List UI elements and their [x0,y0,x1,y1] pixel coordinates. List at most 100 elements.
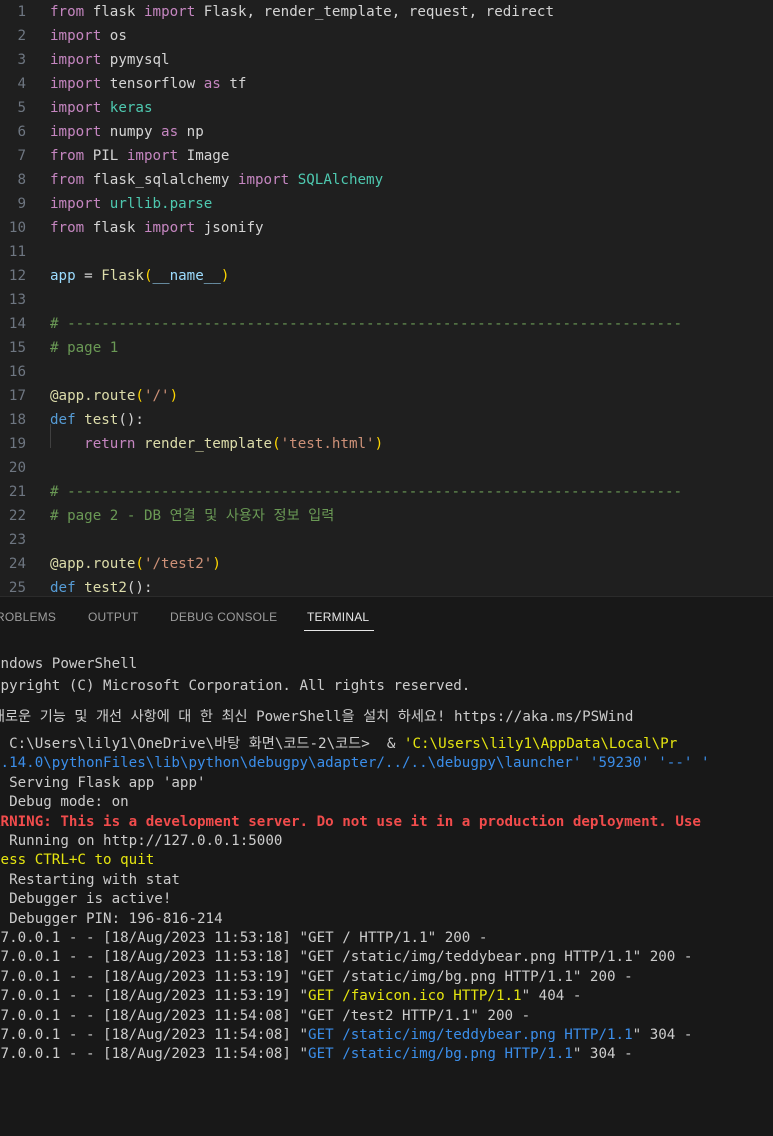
terminal-text: * Debug mode: on [0,794,129,811]
code-token: test [84,412,119,428]
code-text: from flask import jsonify [50,216,264,240]
code-token: import [50,100,102,116]
code-line[interactable]: 16 [0,360,773,384]
terminal-line: * Debugger is active! [0,890,773,909]
terminal-text: 27.0.0.1 - - [18/Aug/2023 11:54:08] " [0,1046,309,1063]
code-line[interactable]: 13 [0,288,773,312]
code-line[interactable]: 6 import numpy as np [0,120,773,144]
indent-guide [50,424,51,448]
code-token: ( [135,556,144,572]
code-line[interactable]: 4 import tensorflow as tf [0,72,773,96]
line-number: 24 [8,556,26,572]
line-number: 16 [8,364,26,380]
tab-terminal[interactable]: TERMINAL [307,610,369,624]
code-token: ) [212,556,221,572]
line-number: 7 [17,148,26,164]
tab-output[interactable]: OUTPUT [88,610,139,624]
code-token: from [50,148,85,164]
code-token: import [50,124,102,140]
line-number: 14 [8,316,26,332]
code-line[interactable]: 24 @app.route('/test2') [0,552,773,576]
code-token: import [50,76,102,92]
terminal-line: 27.0.0.1 - - [18/Aug/2023 11:53:18] "GET… [0,929,773,948]
code-line[interactable]: 14 # ------------------------------------… [0,312,773,336]
terminal-text: GET /static/img/teddybear.png HTTP/1.1 [308,1027,633,1043]
code-token: ) [220,268,230,284]
terminal-line: 27.0.0.1 - - [18/Aug/2023 11:54:08] "GET… [0,1007,773,1026]
code-text: # --------------------------------------… [50,312,682,336]
code-text: from PIL import Image [50,144,229,168]
code-line[interactable]: 12 app = Flask(__name__) [0,264,773,288]
code-line[interactable]: 1 from flask import Flask, render_templat… [0,0,773,24]
code-line[interactable]: 10 from flask import jsonify [0,216,773,240]
code-token: __name__ [152,268,221,284]
code-line[interactable]: 22 # page 2 - DB 연결 및 사용자 정보 입력 [0,504,773,528]
code-token: ) [169,388,179,404]
code-token: '/test2' [143,556,213,572]
code-line[interactable]: 19 return render_template('test.html') [0,432,773,456]
code-token: ( [135,388,144,404]
line-number: 8 [17,172,26,188]
line-number: 19 [8,436,26,452]
code-text: # page 2 - DB 연결 및 사용자 정보 입력 [50,504,334,528]
terminal-text: * Debugger is active! [0,891,172,908]
line-number: 11 [8,244,26,260]
code-line[interactable]: 23 [0,528,773,552]
code-line[interactable]: 2 import os [0,24,773,48]
code-token: import [50,196,102,212]
line-number: 3 [17,52,26,68]
bottom-panel: ROBLEMS OUTPUT DEBUG CONSOLE TERMINAL in… [0,596,773,1136]
code-token: return [84,436,136,452]
terminal-line: ARNING: This is a development server. Do… [0,813,773,832]
code-line[interactable]: 21 # ------------------------------------… [0,480,773,504]
code-token: = [75,268,102,284]
code-line[interactable]: 20 [0,456,773,480]
code-line[interactable]: 11 [0,240,773,264]
code-token: import [126,148,179,164]
code-line[interactable]: 15 # page 1 [0,336,773,360]
line-number: 2 [17,28,26,44]
tab-problems[interactable]: ROBLEMS [0,610,56,624]
code-line[interactable]: 8 from flask_sqlalchemy import SQLAlchemy [0,168,773,192]
code-token: Image [178,148,230,164]
code-text: from flask import Flask, render_template… [50,0,554,24]
line-number: 22 [8,508,26,524]
code-line[interactable]: 17 @app.route('/') [0,384,773,408]
terminal-text: " 304 - [572,1046,633,1063]
code-token: pymysql [101,52,170,68]
code-token: @app.route [50,556,136,572]
code-token: as [161,124,179,140]
tab-debug-console[interactable]: DEBUG CONSOLE [170,610,277,624]
code-line[interactable]: 5 import keras [0,96,773,120]
code-editor[interactable]: 1 from flask import Flask, render_templat… [0,0,773,596]
line-number: 13 [8,292,26,308]
code-line[interactable]: 18 def test(): [0,408,773,432]
terminal-line: 27.0.0.1 - - [18/Aug/2023 11:53:19] "GET… [0,987,773,1006]
code-line[interactable]: 25 def test2(): [0,576,773,596]
code-token: 'test.html' [280,436,375,452]
code-token: flask [84,220,144,236]
code-text: @app.route('/') [50,384,178,408]
code-token: # --------------------------------------… [50,316,683,332]
code-token: tf [220,76,247,92]
line-number: 15 [8,340,26,356]
line-number: 9 [17,196,26,212]
code-text: # --------------------------------------… [50,480,682,504]
code-token: # page 2 - DB 연결 및 사용자 정보 입력 [50,508,335,524]
code-token: test2 [84,580,127,596]
code-token: import [50,52,102,68]
line-number: 6 [17,124,26,140]
code-line[interactable]: 7 from PIL import Image [0,144,773,168]
code-line[interactable]: 9 import urllib.parse [0,192,773,216]
terminal-text: * Debugger PIN: 196-816-214 [0,910,223,927]
line-number: 21 [8,484,26,500]
code-line[interactable]: 3 import pymysql [0,48,773,72]
code-token: from [50,220,85,236]
